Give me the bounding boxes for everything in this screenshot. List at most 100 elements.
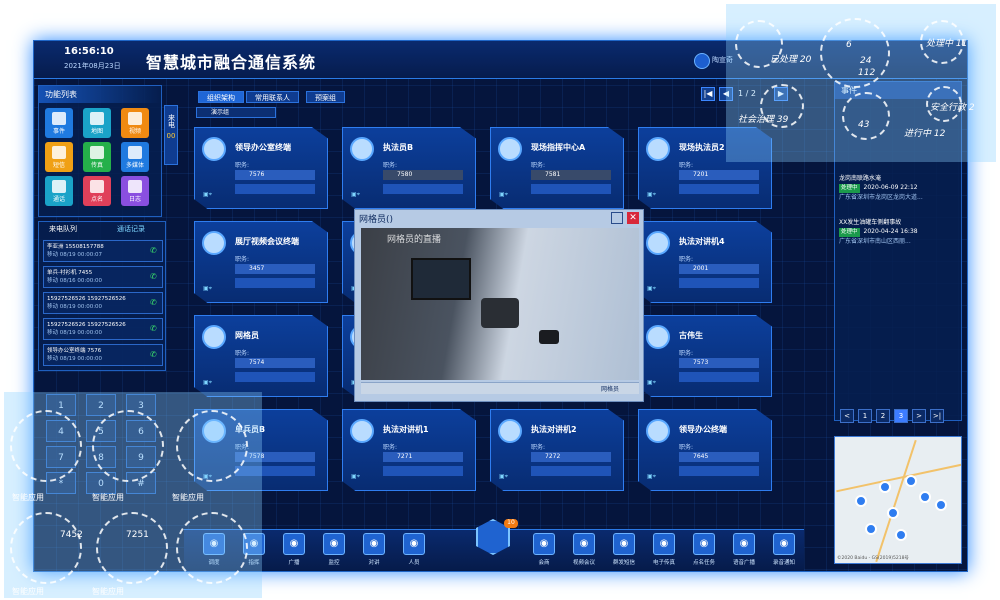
contact-card[interactable]: 领导办公室终端 职务: 7576 ▣⌖	[194, 127, 328, 209]
contact-card[interactable]: 古伟生 职务: 7573 ▣⌖	[638, 315, 772, 397]
dock-label: 语音广播	[732, 560, 755, 566]
camera-icon[interactable]: ▣⌖	[647, 191, 663, 199]
func-button[interactable]: 短信	[45, 142, 73, 172]
map-marker-icon[interactable]	[905, 475, 917, 487]
phone-icon[interactable]: ✆	[150, 247, 158, 255]
func-button[interactable]: 事件	[45, 108, 73, 138]
camera-icon[interactable]: ▣⌖	[203, 191, 219, 199]
call-line1: 李亚洲 15508157788	[47, 244, 104, 250]
call-item[interactable]: 单兵-衬衫机 7455 移动 08/16 00:00:00 ✆	[43, 266, 163, 288]
call-item[interactable]: 李亚洲 15508157788 移动 08/19 00:00:07 ✆	[43, 240, 163, 262]
avatar	[202, 231, 226, 255]
map-view[interactable]: ©2020 Baidu - GS(2019)5218号	[834, 436, 962, 564]
func-button[interactable]: 地图	[83, 108, 111, 138]
tab-contacts[interactable]: 常用联系人	[246, 91, 299, 103]
pager-button[interactable]: >	[912, 409, 926, 423]
maximize-icon[interactable]	[611, 212, 623, 224]
func-label: 短信	[52, 162, 65, 169]
camera-icon[interactable]: ▣⌖	[647, 285, 663, 293]
close-icon[interactable]: ✕	[627, 212, 639, 224]
phone-icon[interactable]: ✆	[150, 299, 158, 307]
func-button[interactable]: 视频	[121, 108, 149, 138]
phone-icon[interactable]: ✆	[150, 351, 158, 359]
func-button[interactable]: 多媒体	[121, 142, 149, 172]
camera-icon[interactable]: ▣⌖	[351, 191, 367, 199]
dock-button[interactable]: ◉	[533, 533, 555, 555]
func-button[interactable]: 传真	[83, 142, 111, 172]
contact-card[interactable]: 领导办公终端 职务: 7645 ▣⌖	[638, 409, 772, 491]
dock-button[interactable]: ◉	[323, 533, 345, 555]
tab-records[interactable]: 通话记录	[117, 224, 145, 234]
first-page-button[interactable]: |◀	[701, 87, 715, 101]
map-marker-icon[interactable]	[887, 507, 899, 519]
pager-button[interactable]: 2	[876, 409, 890, 423]
pager-button[interactable]: 3	[894, 409, 908, 423]
dock-button[interactable]: ◉	[733, 533, 755, 555]
map-marker-icon[interactable]	[895, 529, 907, 541]
map-marker-icon[interactable]	[855, 495, 867, 507]
overlay-number: 7251	[126, 530, 149, 540]
event-meta: 处理中 2020-06-09 22:12	[839, 183, 957, 193]
dock-button[interactable]: ◉	[363, 533, 385, 555]
dock-button[interactable]: ◉	[653, 533, 675, 555]
call-item[interactable]: 15927526526 15927526526 移动 08/19 00:00:00…	[43, 292, 163, 314]
map-marker-icon[interactable]	[935, 499, 947, 511]
func-label: 事件	[52, 128, 65, 135]
camera-icon[interactable]: ▣⌖	[203, 285, 219, 293]
camera-icon[interactable]: ▣⌖	[647, 473, 663, 481]
camera-icon[interactable]: ▣⌖	[499, 473, 515, 481]
dock-button[interactable]: ◉	[283, 533, 305, 555]
contact-card[interactable]: 网格员 职务: 7574 ▣⌖	[194, 315, 328, 397]
contact-name: 领导办公终端	[679, 425, 727, 434]
phone-icon[interactable]: ✆	[150, 273, 158, 281]
contact-name: 现场指挥中心A	[531, 143, 586, 152]
dock-button[interactable]: ◉	[403, 533, 425, 555]
dock-button[interactable]: ◉	[693, 533, 715, 555]
map-marker-icon[interactable]	[865, 523, 877, 535]
phone-icon[interactable]: ✆	[150, 325, 158, 333]
dock-button[interactable]: ◉	[613, 533, 635, 555]
tab-incoming[interactable]: 来电队列	[49, 224, 77, 234]
contact-card[interactable]: 执法对讲机4 职务: 2001 ▣⌖	[638, 221, 772, 303]
pager-button[interactable]: >|	[930, 409, 944, 423]
map-marker-icon[interactable]	[879, 481, 891, 493]
camera-icon[interactable]: ▣⌖	[647, 379, 663, 387]
func-button[interactable]: 日志	[121, 176, 149, 206]
video-overlay-text: 网格员的直播	[387, 235, 442, 245]
date: 2021年08月23日	[64, 62, 121, 70]
event-item[interactable]: XX发生油罐车侧翻事故 处理中 2020-04-24 16:38 广东省深圳市南山区西…	[839, 218, 957, 246]
page-title: 智慧城市融合通信系统	[146, 53, 317, 72]
tab-org[interactable]: 组织架构	[198, 91, 244, 103]
camera-icon[interactable]: ▣⌖	[499, 191, 515, 199]
overlay-stat: 社会治理 39	[738, 115, 789, 125]
call-item[interactable]: 领导办公室终端 7576 移动 08/19 00:00:00 ✆	[43, 344, 163, 366]
avatar[interactable]	[694, 53, 710, 69]
avatar	[646, 419, 670, 443]
contact-card[interactable]: 展厅视频会议终端 职务: 3457 ▣⌖	[194, 221, 328, 303]
pager-button[interactable]: 1	[858, 409, 872, 423]
dock-label: 录音通知	[772, 560, 795, 566]
camera-icon[interactable]: ▣⌖	[203, 379, 219, 387]
contact-card[interactable]: 现场指挥中心A 职务: 7581 ▣⌖	[490, 127, 624, 209]
group-selector[interactable]: 演示组	[196, 107, 276, 118]
tab-presets[interactable]: 预案组	[306, 91, 345, 103]
map-credit: ©2020 Baidu - GS(2019)5218号	[837, 556, 909, 561]
contact-extra	[235, 184, 315, 194]
contact-card[interactable]: 执法对讲机2 职务: 7272 ▣⌖	[490, 409, 624, 491]
contact-card[interactable]: 执法员B 职务: 7580 ▣⌖	[342, 127, 476, 209]
map-marker-icon[interactable]	[919, 491, 931, 503]
func-button[interactable]: 通话	[45, 176, 73, 206]
func-icon	[90, 112, 104, 125]
call-item[interactable]: 15927526526 15927526526 移动 08/19 00:00:00…	[43, 318, 163, 340]
camera-icon[interactable]: ▣⌖	[351, 473, 367, 481]
dock-button[interactable]: ◉	[573, 533, 595, 555]
contact-role-label: 职务:	[679, 256, 694, 263]
event-item[interactable]: 龙岗南联路水淹 处理中 2020-06-09 22:12 广东省深圳市龙岗区龙岗大道.…	[839, 174, 957, 202]
contact-role-label: 职务:	[235, 350, 250, 357]
contact-name: 领导办公室终端	[235, 143, 291, 152]
side-tab[interactable]: 来电 00	[164, 105, 178, 165]
func-button[interactable]: 点名	[83, 176, 111, 206]
contact-card[interactable]: 执法对讲机1 职务: 7271 ▣⌖	[342, 409, 476, 491]
dock-button[interactable]: ◉	[773, 533, 795, 555]
pager-button[interactable]: <	[840, 409, 854, 423]
